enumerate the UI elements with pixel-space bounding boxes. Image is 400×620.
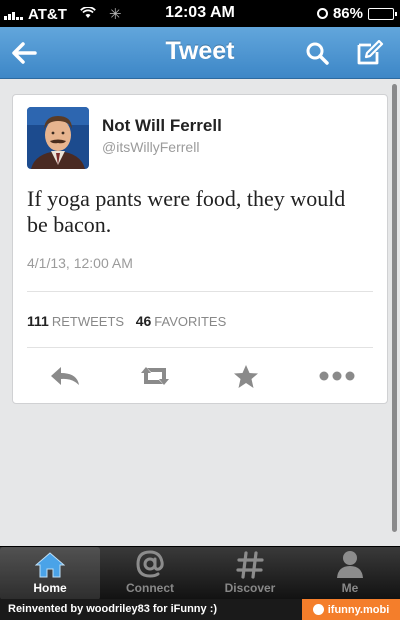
- status-bar: AT&T ✳ 12:03 AM 86%: [0, 0, 400, 27]
- tab-me[interactable]: Me: [300, 547, 400, 600]
- battery-percent: 86%: [332, 5, 363, 22]
- alarm-icon: [316, 8, 328, 19]
- reply-icon[interactable]: [45, 361, 85, 391]
- tweet-card: Not Will Ferrell @itsWillyFerrell If yog…: [12, 94, 388, 404]
- person-icon: [300, 547, 400, 579]
- status-right: 86%: [316, 5, 397, 22]
- retweet-count: 111: [27, 313, 49, 329]
- hashtag-icon: [200, 547, 300, 579]
- page-title: Tweet: [165, 37, 235, 65]
- footer-brand-label: ifunny.mobi: [327, 603, 390, 616]
- scrollbar[interactable]: [392, 84, 397, 532]
- ifunny-footer: Reinvented by woodriley83 for iFunny :) …: [0, 599, 400, 620]
- at-sign-icon: [100, 547, 200, 579]
- avatar[interactable]: [27, 107, 89, 169]
- nav-bar: Tweet: [0, 27, 400, 79]
- author-handle[interactable]: @itsWillyFerrell: [102, 139, 199, 155]
- tweet-stats: 111 RETWEETS 46 FAVORITES: [27, 313, 226, 329]
- tab-label: Discover: [224, 581, 276, 595]
- retweet-stat[interactable]: 111 RETWEETS: [27, 313, 125, 329]
- favorite-label: FAVORITES: [154, 314, 227, 329]
- retweet-icon[interactable]: [135, 361, 175, 391]
- tab-label: Me: [341, 581, 359, 595]
- divider: [27, 291, 373, 292]
- more-icon[interactable]: [317, 361, 357, 391]
- compose-icon[interactable]: [352, 35, 388, 71]
- search-icon[interactable]: [299, 35, 335, 71]
- home-icon: [0, 547, 100, 579]
- battery-icon: [368, 7, 397, 20]
- tweet-timestamp: 4/1/13, 12:00 AM: [27, 255, 133, 271]
- divider: [27, 347, 373, 348]
- tweet-text: If yoga pants were food, they would be b…: [27, 186, 346, 237]
- favorite-count: 46: [135, 313, 152, 329]
- favorite-stat[interactable]: 46 FAVORITES: [135, 313, 227, 329]
- footer-credit: Reinvented by woodriley83 for iFunny :): [8, 603, 218, 615]
- author-name[interactable]: Not Will Ferrell: [102, 116, 222, 136]
- tab-home[interactable]: Home: [0, 547, 100, 600]
- footer-brand[interactable]: ifunny.mobi: [302, 599, 400, 620]
- tab-label: Connect: [126, 581, 174, 595]
- favorite-star-icon[interactable]: [226, 361, 266, 391]
- tab-connect[interactable]: Connect: [100, 547, 200, 600]
- tab-label: Home: [33, 581, 67, 595]
- tweet-actions: [13, 361, 389, 391]
- retweet-label: RETWEETS: [51, 314, 125, 329]
- tab-bar: Home Connect Discover Me: [0, 546, 400, 600]
- smiley-icon: [312, 604, 324, 615]
- tab-discover[interactable]: Discover: [200, 547, 300, 600]
